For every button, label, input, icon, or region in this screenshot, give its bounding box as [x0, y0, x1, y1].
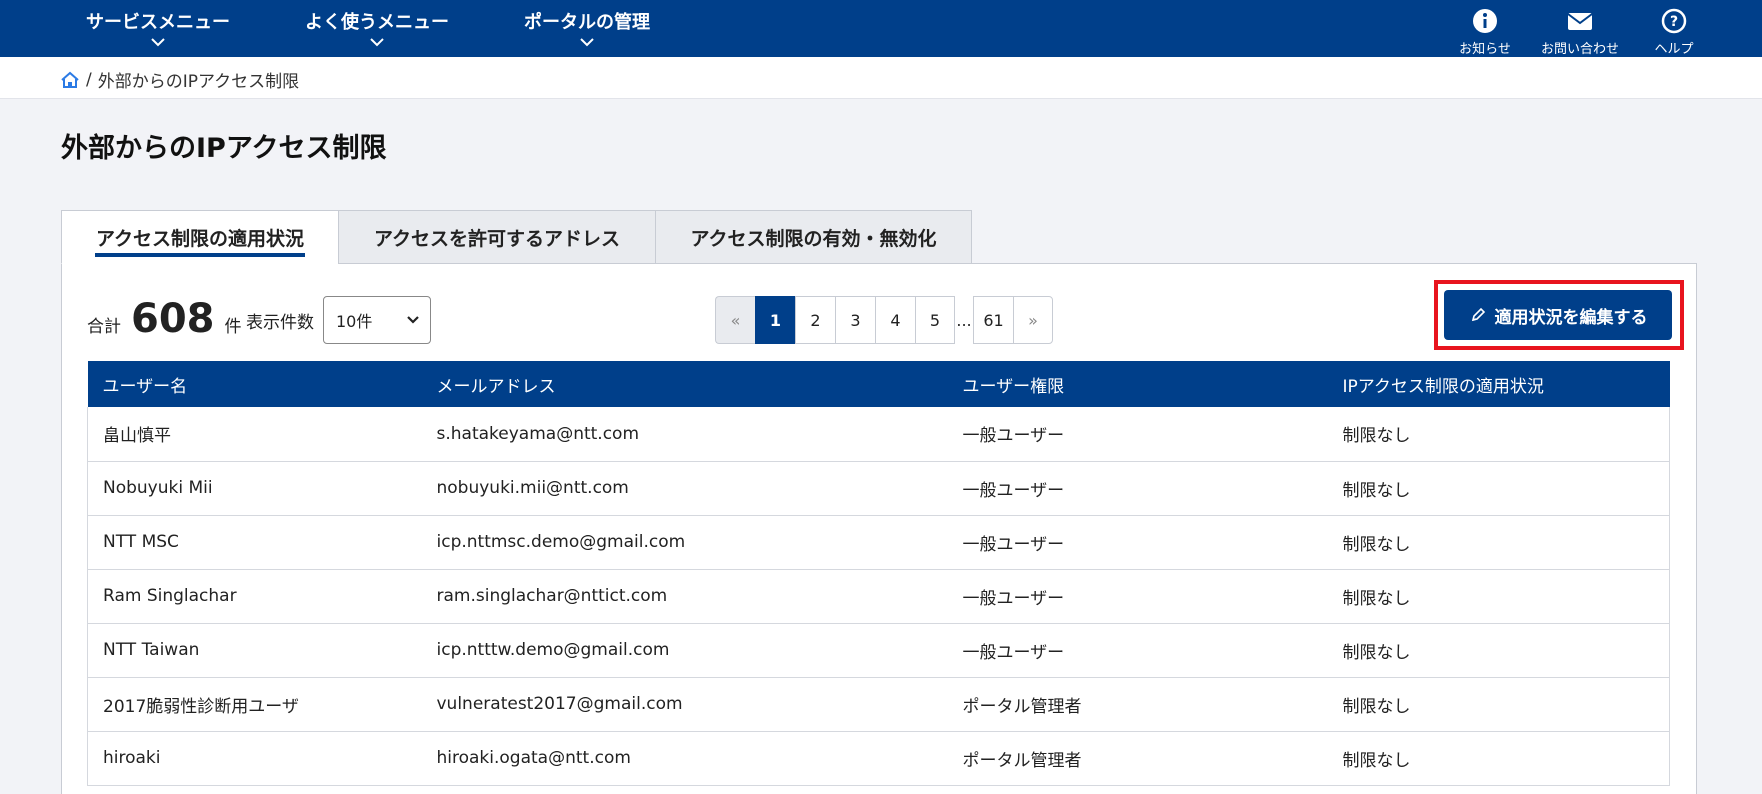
- chevron-down-icon: [151, 38, 165, 47]
- page-1-button[interactable]: 1: [755, 296, 795, 344]
- per-page-select[interactable]: 10件: [323, 296, 431, 344]
- mail-icon: [1567, 13, 1593, 30]
- chevron-down-icon: [580, 38, 594, 47]
- cell-role: 一般ユーザー: [947, 515, 1328, 570]
- cell-role: ポータル管理者: [947, 731, 1328, 786]
- help-icon: ?: [1661, 8, 1687, 34]
- cell-email: ram.singlachar@nttict.com: [421, 569, 948, 624]
- column-header-username[interactable]: ユーザー名: [87, 361, 422, 407]
- pencil-icon: [1471, 307, 1485, 322]
- table-row[interactable]: NTT MSC icp.nttmsc.demo@gmail.com 一般ユーザー…: [87, 515, 1670, 570]
- per-page-label: 表示件数: [246, 313, 314, 333]
- table-header-row: ユーザー名 メールアドレス ユーザー権限 IPアクセス制限の適用状況: [87, 361, 1670, 407]
- edit-status-label: 適用状況を編集する: [1494, 307, 1648, 328]
- tab-bar: アクセス制限の適用状況 アクセスを許可するアドレス アクセス制限の有効・無効化: [61, 210, 972, 264]
- help-label: ヘルプ: [1654, 42, 1694, 57]
- cell-username: 2017脆弱性診断用ユーザ: [87, 677, 422, 732]
- breadcrumb-bar: / 外部からのIPアクセス制限: [0, 57, 1762, 99]
- svg-text:?: ?: [1670, 14, 1678, 30]
- tab-label: アクセスを許可するアドレス: [373, 227, 621, 250]
- info-icon: [1473, 9, 1497, 33]
- total-number: 608: [131, 296, 215, 342]
- page-ellipsis: ...: [956, 310, 972, 330]
- total-count: 合計 608 件: [87, 296, 242, 342]
- cell-status: 制限なし: [1327, 569, 1670, 624]
- breadcrumb-current: 外部からのIPアクセス制限: [97, 72, 300, 92]
- total-label: 合計: [87, 317, 121, 337]
- cell-status: 制限なし: [1327, 515, 1670, 570]
- cell-email: icp.nttmsc.demo@gmail.com: [421, 515, 948, 570]
- tab-label: アクセス制限の適用状況: [95, 227, 305, 250]
- column-header-status[interactable]: IPアクセス制限の適用状況: [1327, 361, 1670, 407]
- page-61-button[interactable]: 61: [973, 296, 1013, 344]
- notifications-label: お知らせ: [1459, 42, 1511, 57]
- page-4-button[interactable]: 4: [875, 296, 915, 344]
- service-menu-label: サービスメニュー: [86, 12, 230, 33]
- cell-username: 畠山慎平: [87, 407, 422, 462]
- help-link[interactable]: ? ヘルプ: [1647, 8, 1701, 57]
- edit-status-button[interactable]: 適用状況を編集する: [1444, 290, 1672, 340]
- frequent-menu[interactable]: よく使うメニュー: [305, 8, 449, 48]
- breadcrumb: / 外部からのIPアクセス制限: [60, 67, 299, 92]
- cell-role: 一般ユーザー: [947, 407, 1328, 462]
- top-navigation-bar: サービスメニュー よく使うメニュー ポータルの管理 お知らせ お問い合わせ ? …: [0, 0, 1762, 57]
- page-5-button[interactable]: 5: [915, 296, 955, 344]
- page-3-button[interactable]: 3: [835, 296, 875, 344]
- pagination: « 1 2 3 4 5 ... 61 »: [715, 296, 1053, 344]
- tab-access-restriction-status[interactable]: アクセス制限の適用状況: [61, 210, 338, 264]
- table-row[interactable]: NTT Taiwan icp.ntttw.demo@gmail.com 一般ユー…: [87, 623, 1670, 678]
- column-header-email[interactable]: メールアドレス: [421, 361, 948, 407]
- tab-enable-disable[interactable]: アクセス制限の有効・無効化: [655, 210, 972, 264]
- per-page-value: 10件: [336, 312, 373, 331]
- cell-role: 一般ユーザー: [947, 623, 1328, 678]
- tab-label: アクセス制限の有効・無効化: [690, 227, 937, 250]
- table-row[interactable]: Nobuyuki Mii nobuyuki.mii@ntt.com 一般ユーザー…: [87, 461, 1670, 516]
- total-unit: 件: [224, 317, 242, 337]
- page-title: 外部からのIPアクセス制限: [61, 133, 387, 164]
- cell-role: 一般ユーザー: [947, 569, 1328, 624]
- cell-email: nobuyuki.mii@ntt.com: [421, 461, 948, 516]
- table-row[interactable]: Ram Singlachar ram.singlachar@nttict.com…: [87, 569, 1670, 624]
- contact-label: お問い合わせ: [1540, 42, 1619, 57]
- chevron-down-icon: [370, 38, 384, 47]
- column-header-role[interactable]: ユーザー権限: [947, 361, 1328, 407]
- cell-status: 制限なし: [1327, 407, 1670, 462]
- cell-status: 制限なし: [1327, 731, 1670, 786]
- cell-username: Ram Singlachar: [87, 569, 422, 624]
- table-row[interactable]: hiroaki hiroaki.ogata@ntt.com ポータル管理者 制限…: [87, 731, 1670, 786]
- cell-username: NTT MSC: [87, 515, 422, 570]
- page-2-button[interactable]: 2: [795, 296, 835, 344]
- cell-email: vulneratest2017@gmail.com: [421, 677, 948, 732]
- cell-username: hiroaki: [87, 731, 422, 786]
- breadcrumb-separator: /: [86, 69, 92, 90]
- users-table: ユーザー名 メールアドレス ユーザー権限 IPアクセス制限の適用状況 畠山慎平 …: [87, 361, 1670, 786]
- table-row[interactable]: 2017脆弱性診断用ユーザ vulneratest2017@gmail.com …: [87, 677, 1670, 732]
- cell-email: icp.ntttw.demo@gmail.com: [421, 623, 948, 678]
- home-icon[interactable]: [60, 71, 80, 89]
- table-row[interactable]: 畠山慎平 s.hatakeyama@ntt.com 一般ユーザー 制限なし: [87, 407, 1670, 462]
- chevron-down-icon: [407, 316, 419, 324]
- cell-role: 一般ユーザー: [947, 461, 1328, 516]
- cell-status: 制限なし: [1327, 461, 1670, 516]
- page-first-button[interactable]: «: [715, 296, 755, 344]
- active-tab-indicator: [95, 253, 305, 257]
- cell-role: ポータル管理者: [947, 677, 1328, 732]
- contact-link[interactable]: お問い合わせ: [1535, 8, 1625, 57]
- cell-email: hiroaki.ogata@ntt.com: [421, 731, 948, 786]
- tab-allowed-addresses[interactable]: アクセスを許可するアドレス: [338, 210, 655, 264]
- cell-email: s.hatakeyama@ntt.com: [421, 407, 948, 462]
- cell-status: 制限なし: [1327, 677, 1670, 732]
- cell-username: Nobuyuki Mii: [87, 461, 422, 516]
- portal-management-menu[interactable]: ポータルの管理: [524, 8, 650, 48]
- notifications-link[interactable]: お知らせ: [1455, 8, 1515, 57]
- portal-management-label: ポータルの管理: [524, 12, 650, 33]
- cell-username: NTT Taiwan: [87, 623, 422, 678]
- cell-status: 制限なし: [1327, 623, 1670, 678]
- page-last-button[interactable]: »: [1013, 296, 1053, 344]
- service-menu[interactable]: サービスメニュー: [86, 8, 230, 48]
- frequent-menu-label: よく使うメニュー: [305, 12, 449, 33]
